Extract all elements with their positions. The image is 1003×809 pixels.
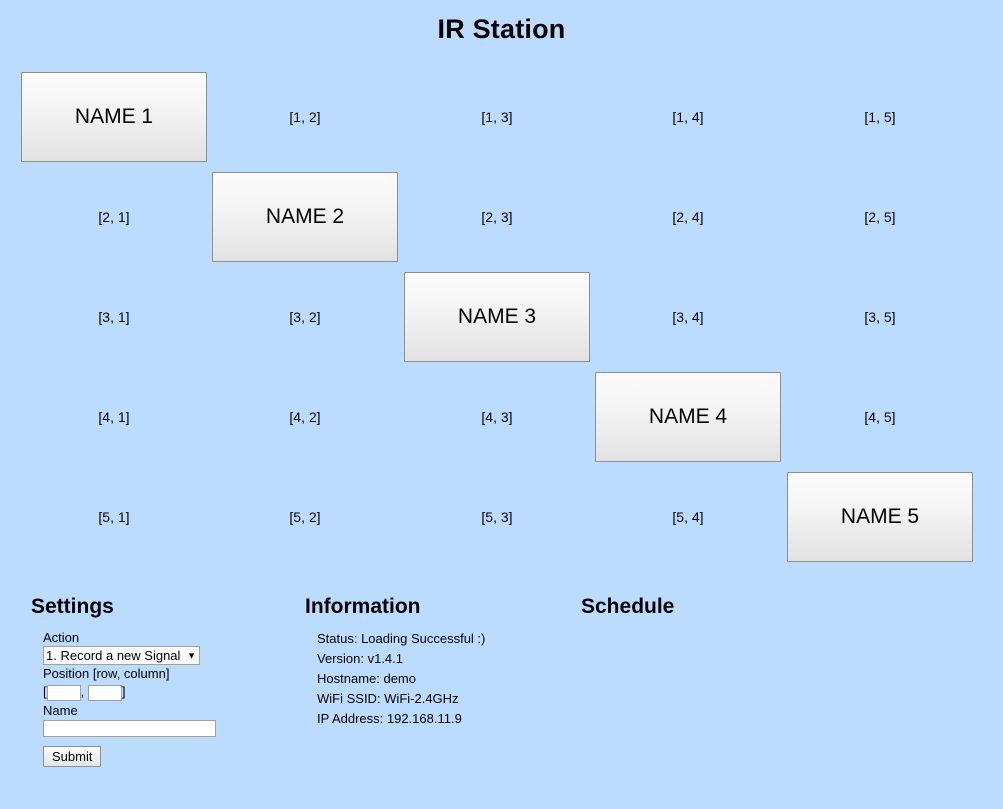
grid-cell-3-4: [3, 4] [595, 272, 781, 362]
grid-cell-label-5-2: [5, 2] [289, 509, 321, 525]
grid-cell-3-2: [3, 2] [212, 272, 398, 362]
grid-cell-label-3-2: [3, 2] [289, 309, 321, 325]
grid-cell-1-2: [1, 2] [212, 72, 398, 162]
grid-cell-label-2-5: [2, 5] [864, 209, 896, 225]
name-input[interactable] [43, 720, 216, 737]
grid-cell-label-2-1: [2, 1] [98, 209, 130, 225]
information-item: IP Address: 192.168.11.9 [317, 711, 462, 726]
information-item: Status: Loading Successful :) [317, 631, 486, 646]
grid-cell-label-4-3: [4, 3] [481, 409, 513, 425]
signal-button-4-4[interactable]: NAME 4 [595, 372, 781, 462]
grid-cell-label-1-3: [1, 3] [481, 109, 513, 125]
grid-cell-2-2: NAME 2 [212, 172, 398, 262]
grid-cell-2-5: [2, 5] [787, 172, 973, 262]
grid-cell-1-5: [1, 5] [787, 72, 973, 162]
action-select[interactable]: 1. Record a new Signal [43, 646, 200, 665]
grid-cell-2-3: [2, 3] [404, 172, 590, 262]
signal-button-2-2[interactable]: NAME 2 [212, 172, 398, 262]
grid-cell-label-3-5: [3, 5] [864, 309, 896, 325]
grid-cell-label-5-3: [5, 3] [481, 509, 513, 525]
name-label: Name [43, 703, 78, 718]
grid-cell-3-5: [3, 5] [787, 272, 973, 362]
grid-cell-5-3: [5, 3] [404, 472, 590, 562]
schedule-panel: Schedule [581, 592, 981, 749]
action-label: Action [43, 630, 80, 645]
information-heading: Information [305, 595, 421, 618]
position-row-input[interactable] [46, 684, 81, 701]
grid-cell-1-4: [1, 4] [595, 72, 781, 162]
grid-cell-label-2-3: [2, 3] [481, 209, 513, 225]
position-label: Position [row, column] [43, 666, 170, 681]
information-list: Status: Loading Successful :) Version: v1… [317, 629, 575, 729]
position-separator: , [80, 684, 85, 699]
grid-cell-3-3: NAME 3 [404, 272, 590, 362]
grid-cell-label-3-4: [3, 4] [672, 309, 704, 325]
information-item: Version: v1.4.1 [317, 651, 403, 666]
page-title: IR Station [437, 14, 566, 44]
grid-cell-4-4: NAME 4 [595, 372, 781, 462]
position-row: [, ] [43, 682, 291, 702]
grid-cell-label-1-2: [1, 2] [289, 109, 321, 125]
position-close-bracket: ] [121, 684, 126, 699]
grid-cell-4-1: [4, 1] [21, 372, 207, 462]
settings-form: Action 1. Record a new Signal ▼ Position… [31, 622, 291, 767]
information-panel: Information Status: Loading Successful :… [305, 592, 575, 729]
grid-cell-5-4: [5, 4] [595, 472, 781, 562]
schedule-heading: Schedule [581, 595, 675, 618]
grid-cell-5-2: [5, 2] [212, 472, 398, 562]
signal-button-3-3[interactable]: NAME 3 [404, 272, 590, 362]
grid-cell-3-1: [3, 1] [21, 272, 207, 362]
grid-cell-label-5-4: [5, 4] [672, 509, 704, 525]
grid-cell-5-5: NAME 5 [787, 472, 973, 562]
grid-cell-label-4-2: [4, 2] [289, 409, 321, 425]
information-item: Hostname: demo [317, 671, 416, 686]
position-column-input[interactable] [87, 684, 122, 701]
grid-cell-5-1: [5, 1] [21, 472, 207, 562]
grid-cell-label-2-4: [2, 4] [672, 209, 704, 225]
bottom-panels: Settings Action 1. Record a new Signal ▼… [0, 592, 1003, 809]
grid-cell-label-4-5: [4, 5] [864, 409, 896, 425]
grid-cell-label-1-4: [1, 4] [672, 109, 704, 125]
action-select-wrapper[interactable]: 1. Record a new Signal ▼ [43, 646, 200, 665]
grid-cell-2-1: [2, 1] [21, 172, 207, 262]
grid-cell-4-2: [4, 2] [212, 372, 398, 462]
signal-button-1-1[interactable]: NAME 1 [21, 72, 207, 162]
schedule-body [581, 622, 981, 749]
grid-cell-label-1-5: [1, 5] [864, 109, 896, 125]
grid-cell-4-3: [4, 3] [404, 372, 590, 462]
information-body: Status: Loading Successful :) Version: v1… [305, 622, 575, 729]
grid-cell-label-3-1: [3, 1] [98, 309, 130, 325]
grid-cell-label-4-1: [4, 1] [98, 409, 130, 425]
grid-cell-label-5-1: [5, 1] [98, 509, 130, 525]
signal-grid: NAME 1 [1, 2] [1, 3] [1, 4] [1, 5] [2, 1] NAME… [0, 67, 1003, 567]
submit-button[interactable]: Submit [43, 746, 102, 767]
information-item: WiFi SSID: WiFi-2.4GHz [317, 691, 459, 706]
grid-cell-4-5: [4, 5] [787, 372, 973, 462]
grid-cell-2-4: [2, 4] [595, 172, 781, 262]
grid-cell-1-3: [1, 3] [404, 72, 590, 162]
signal-button-5-5[interactable]: NAME 5 [787, 472, 973, 562]
grid-cell-1-1: NAME 1 [21, 72, 207, 162]
settings-panel: Settings Action 1. Record a new Signal ▼… [31, 592, 291, 767]
settings-heading: Settings [31, 595, 114, 618]
